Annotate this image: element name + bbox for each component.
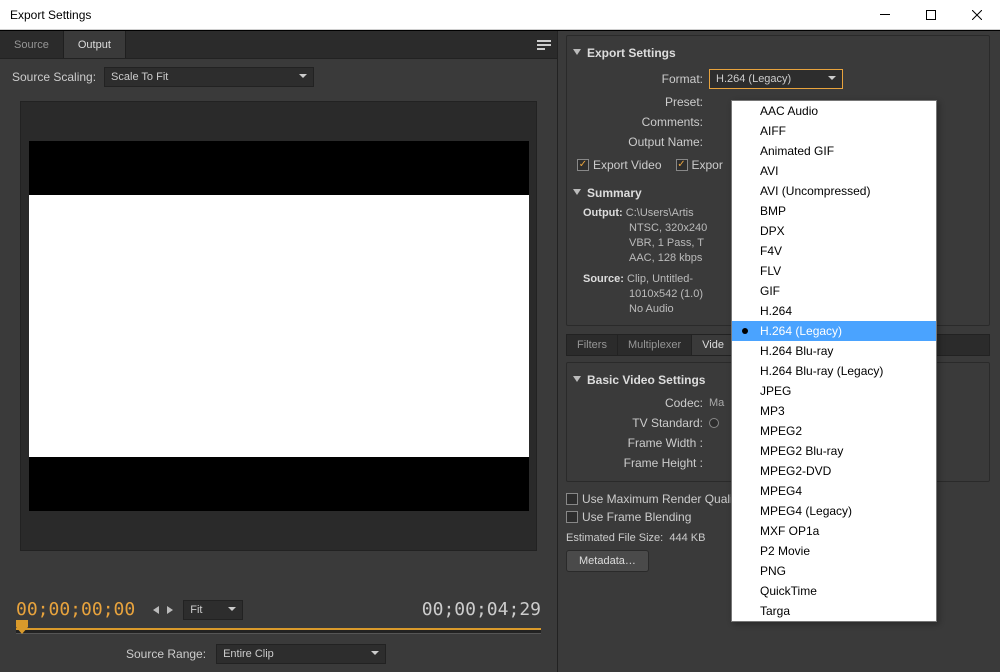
titlebar: Export Settings [0,0,1000,30]
summary-header: Summary [587,186,642,200]
summary-source-label: Source: [583,273,624,285]
format-option[interactable]: H.264 Blu-ray (Legacy) [732,361,936,381]
chevron-down-icon [299,71,307,83]
preview-viewport [20,101,537,551]
format-option[interactable]: MP3 [732,401,936,421]
format-option[interactable]: GIF [732,281,936,301]
format-option[interactable]: QuickTime [732,581,936,601]
format-option[interactable]: P2 Movie [732,541,936,561]
export-audio-checkbox[interactable]: Expor [676,158,723,172]
format-option[interactable]: MPEG2 [732,421,936,441]
summary-output-label: Output: [583,207,623,219]
format-option[interactable]: MPEG2-DVD [732,461,936,481]
export-video-checkbox[interactable]: Export Video [577,158,662,172]
format-dropdown-listbox[interactable]: AAC AudioAIFFAnimated GIFAVIAVI (Uncompr… [731,100,937,622]
source-range-value: Entire Clip [223,648,274,660]
tab-video[interactable]: Vide [692,335,735,355]
disclosure-triangle-icon[interactable] [573,373,581,387]
output-name-label: Output Name: [573,135,709,149]
format-dropdown[interactable]: H.264 (Legacy) [709,69,843,89]
playhead-icon[interactable] [16,620,28,637]
format-option[interactable]: PNG [732,561,936,581]
format-option[interactable]: AAC Audio [732,101,936,121]
tab-output[interactable]: Output [64,31,126,58]
preset-label: Preset: [573,95,709,109]
tab-filters[interactable]: Filters [567,335,618,355]
format-option[interactable]: F4V [732,241,936,261]
zoom-fit-dropdown[interactable]: Fit [183,600,243,620]
format-option[interactable]: H.264 Blu-ray [732,341,936,361]
format-option[interactable]: MPEG4 [732,481,936,501]
step-forward-icon[interactable] [165,603,173,617]
tab-multiplexer[interactable]: Multiplexer [618,335,692,355]
timecode-current[interactable]: 00;00;00;00 [16,599,135,620]
basic-video-settings-header: Basic Video Settings [587,373,705,387]
codec-value[interactable]: Ma [709,397,724,409]
format-option[interactable]: AIFF [732,121,936,141]
source-range-dropdown[interactable]: Entire Clip [216,644,386,664]
tab-source[interactable]: Source [0,31,64,58]
format-option[interactable]: AVI (Uncompressed) [732,181,936,201]
format-option[interactable]: Animated GIF [732,141,936,161]
format-label: Format: [573,72,709,86]
estimated-size-label: Estimated File Size: [566,532,663,544]
source-scaling-value: Scale To Fit [111,71,168,83]
format-option[interactable]: DPX [732,221,936,241]
format-option[interactable]: JPEG [732,381,936,401]
comments-label: Comments: [573,115,709,129]
chevron-down-icon [828,73,836,85]
format-option[interactable]: BMP [732,201,936,221]
format-option[interactable]: AVI [732,161,936,181]
format-option[interactable]: MPEG4 (Legacy) [732,501,936,521]
format-option[interactable]: FLV [732,261,936,281]
preview-canvas [29,141,529,511]
format-option[interactable]: MPEG2 Blu-ray [732,441,936,461]
format-value: H.264 (Legacy) [716,73,791,85]
step-back-icon[interactable] [153,603,161,617]
disclosure-triangle-icon[interactable] [573,46,581,60]
maximize-button[interactable] [908,0,954,29]
format-option[interactable]: H.264 [732,301,936,321]
summary-output-path: C:\Users\Artis [626,207,694,219]
minimize-button[interactable] [862,0,908,29]
timecode-duration: 00;00;04;29 [422,599,541,620]
panel-menu-icon[interactable] [531,31,557,58]
window-title: Export Settings [10,8,862,22]
summary-source-clip: Clip, Untitled- [627,273,693,285]
timeline-bar[interactable] [16,628,541,634]
zoom-fit-label: Fit [190,604,202,616]
close-button[interactable] [954,0,1000,29]
tv-standard-label: TV Standard: [573,416,709,430]
format-option[interactable]: Targa [732,601,936,621]
format-option[interactable]: H.264 (Legacy) [732,321,936,341]
frame-width-label: Frame Width : [573,436,709,450]
export-settings-header: Export Settings [587,46,676,60]
source-scaling-dropdown[interactable]: Scale To Fit [104,67,314,87]
format-option[interactable]: MXF OP1a [732,521,936,541]
preview-frame [29,195,529,457]
preview-pane: Source Output Source Scaling: Scale To F… [0,31,558,672]
codec-label: Codec: [573,396,709,410]
chevron-down-icon [371,648,379,660]
frame-height-label: Frame Height : [573,456,709,470]
disclosure-triangle-icon[interactable] [573,186,581,200]
source-range-label: Source Range: [126,647,206,661]
estimated-size-value: 444 KB [669,532,705,544]
tv-standard-radio[interactable] [709,418,719,428]
metadata-button[interactable]: Metadata… [566,550,649,572]
chevron-down-icon [228,604,236,616]
source-scaling-label: Source Scaling: [12,70,96,84]
